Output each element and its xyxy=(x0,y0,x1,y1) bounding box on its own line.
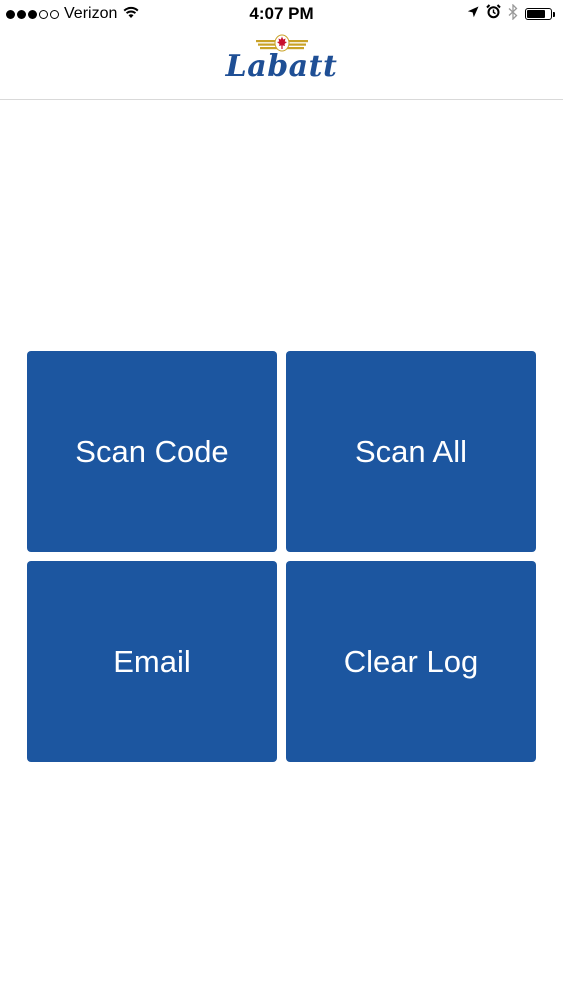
status-bar: Verizon 4:07 PM xyxy=(0,0,563,28)
app-header: Labatt xyxy=(0,28,563,100)
scan-all-button[interactable]: Scan All xyxy=(286,351,536,552)
scan-code-button[interactable]: Scan Code xyxy=(27,351,277,552)
logo-wordmark: Labatt xyxy=(225,49,338,84)
email-button[interactable]: Email xyxy=(27,561,277,762)
battery-icon xyxy=(525,8,555,20)
email-label: Email xyxy=(113,643,191,679)
scan-all-label: Scan All xyxy=(354,433,467,469)
alarm-icon xyxy=(486,4,501,24)
location-arrow-icon xyxy=(467,5,479,23)
clear-log-label: Clear Log xyxy=(343,643,479,679)
status-bar-right xyxy=(467,2,555,25)
bluetooth-icon xyxy=(508,2,518,25)
labatt-logo: Labatt xyxy=(0,32,563,92)
scan-code-label: Scan Code xyxy=(75,433,229,469)
clear-log-button[interactable]: Clear Log xyxy=(286,561,536,762)
app-screen: Verizon 4:07 PM Labatt Scan Code Scan Al… xyxy=(0,0,563,1000)
battery-level xyxy=(527,10,546,18)
